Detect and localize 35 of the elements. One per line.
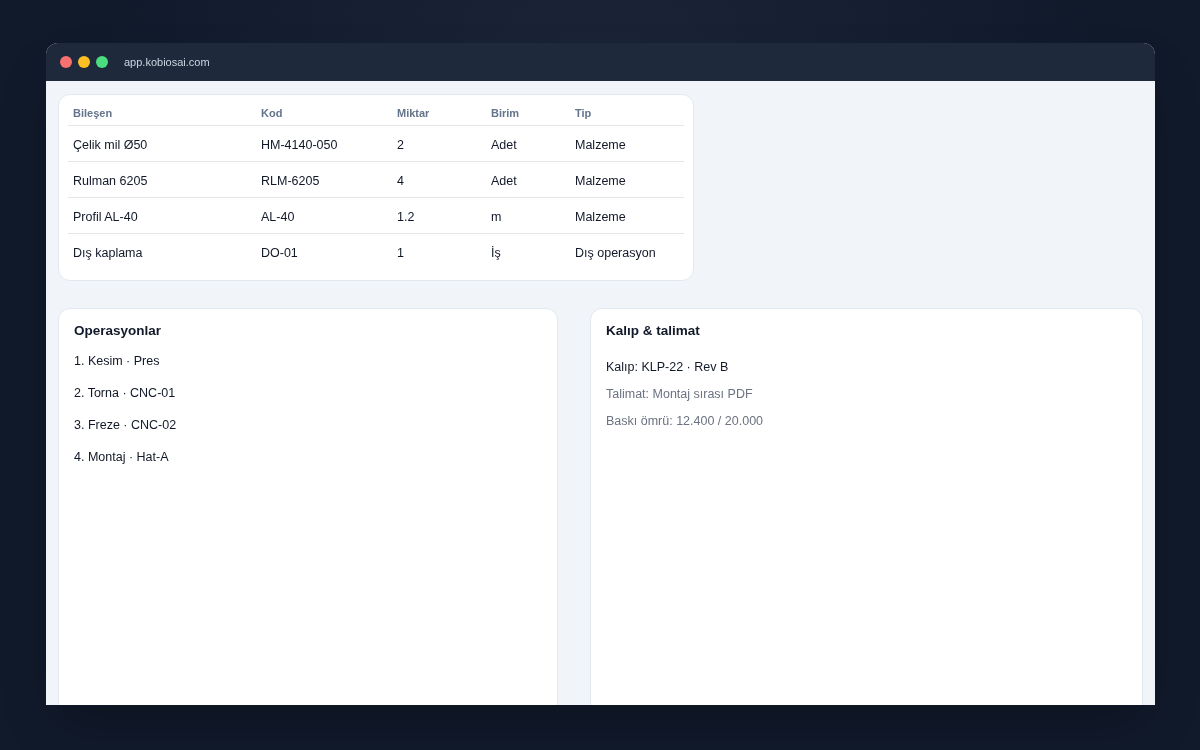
table-cell: Dış kaplama [73,246,143,260]
table-cell: Malzeme [575,209,626,224]
table-cell: 1.2 [397,209,415,224]
operation-item: 2. Torna · CNC-01 [74,385,177,403]
table-cell: HM-4140-050 [261,137,338,152]
info-line: Kalıp: KLP-22 · Rev B [606,359,730,377]
table-cell: 1 [397,246,404,260]
column-header: Kod [261,107,283,119]
column-header: Miktar [397,107,430,119]
table-cell: RLM-6205 [261,173,320,188]
column-header: Bileşen [73,107,113,119]
table-cell: Malzeme [575,173,626,188]
operation-item: 1. Kesim · Pres [74,353,161,371]
table-cell: DO-01 [261,246,298,260]
operation-item: 3. Freze · CNC-02 [74,417,178,435]
table-cell: Rulman 6205 [73,173,148,188]
info-line: Baskı ömrü: 12.400 / 20.000 [606,413,765,431]
table-cell: İş [491,246,501,260]
table-cell: m [491,209,502,224]
operation-item: 4. Montaj · Hat-A [74,449,170,467]
panel-title: Operasyonlar [74,322,163,340]
table-cell: Çelik mil Ø50 [73,137,148,152]
panel-title: Kalıp & talimat [606,322,701,340]
table-cell: Malzeme [575,137,626,152]
column-header: Birim [491,107,520,119]
table-cell: Adet [491,173,517,188]
table-cell: AL-40 [261,209,295,224]
table-cell: Profil AL-40 [73,209,138,224]
info-line: Talimat: Montaj sırası PDF [606,386,754,404]
table-cell: 2 [397,137,404,152]
table-cell: Adet [491,137,517,152]
url-text: app.kobiosai.com [124,54,210,70]
column-header: Tip [575,107,592,119]
table-cell: 4 [397,173,404,188]
table-cell: Dış operasyon [575,246,656,260]
